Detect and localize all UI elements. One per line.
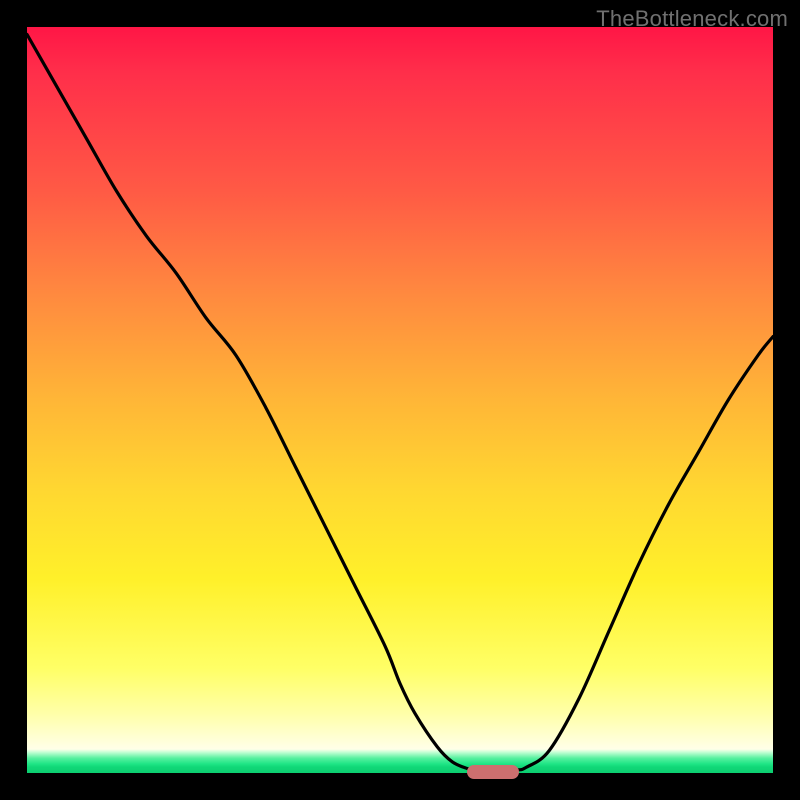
- bottleneck-curve: [27, 27, 773, 773]
- attribution-text: TheBottleneck.com: [596, 6, 788, 32]
- chart-container: TheBottleneck.com: [0, 0, 800, 800]
- plot-area: [27, 27, 773, 773]
- optimal-range-marker: [467, 765, 519, 779]
